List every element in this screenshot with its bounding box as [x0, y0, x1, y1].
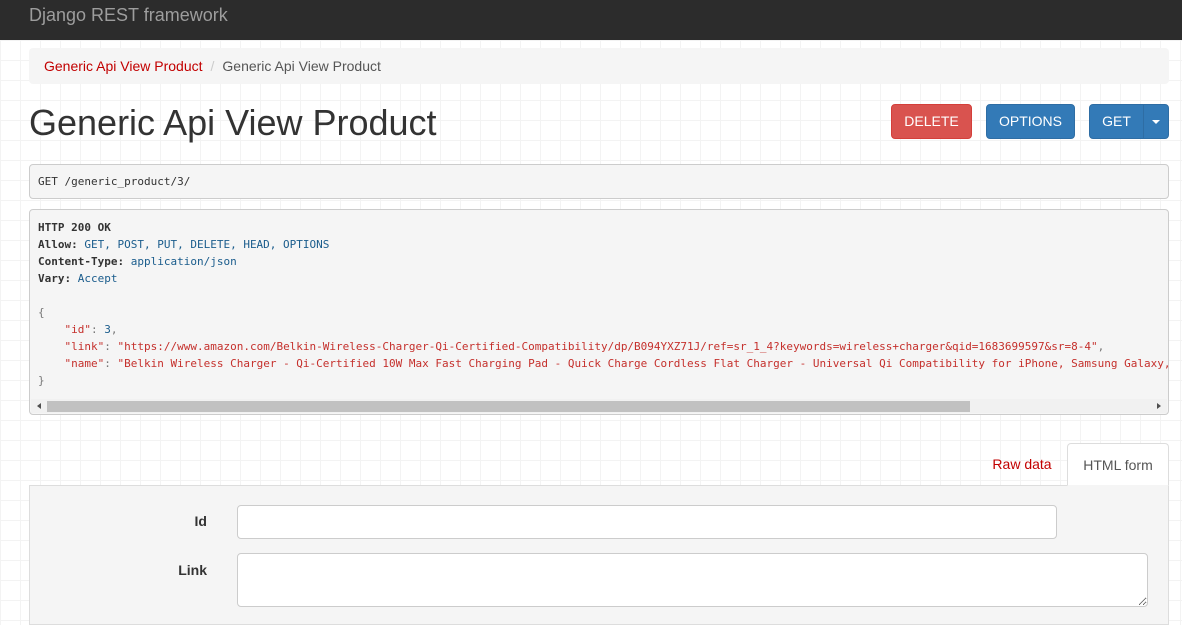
breadcrumb-active: Generic Api View Product [222, 58, 381, 74]
page-title: Generic Api View Product [29, 102, 437, 143]
scroll-right-arrow-icon[interactable] [1157, 403, 1161, 409]
tab-raw-data[interactable]: Raw data [978, 444, 1066, 485]
options-button[interactable]: OPTIONS [986, 104, 1075, 139]
link-label: Link [178, 562, 207, 578]
json-key: "name" [64, 357, 105, 370]
json-value: "Belkin Wireless Charger - Qi-Certified … [117, 357, 1169, 370]
json-key: "id" [64, 323, 92, 336]
link-textarea[interactable] [237, 553, 1148, 607]
response-status: HTTP 200 OK [38, 221, 111, 234]
caret-down-icon [1152, 120, 1160, 125]
response-panel[interactable]: HTTP 200 OK Allow: GET, POST, PUT, DELET… [29, 209, 1169, 415]
scrollbar-thumb[interactable] [47, 401, 970, 412]
horizontal-scrollbar[interactable] [31, 399, 1167, 413]
json-value: "https://www.amazon.com/Belkin-Wireless-… [117, 340, 1098, 353]
breadcrumb: Generic Api View Product / Generic Api Vie… [29, 48, 1169, 84]
tab-html-form[interactable]: HTML form [1067, 443, 1169, 486]
id-input[interactable] [237, 505, 1057, 539]
navbar: Django REST framework [0, 0, 1182, 40]
get-button[interactable]: GET [1089, 104, 1144, 139]
get-format-dropdown-button[interactable] [1143, 104, 1169, 139]
id-label: Id [194, 513, 207, 529]
json-close-brace: } [38, 374, 45, 387]
json-open-brace: { [38, 306, 45, 319]
brand-link[interactable]: Django REST framework [29, 5, 228, 25]
header-value: GET, POST, PUT, DELETE, HEAD, OPTIONS [84, 238, 330, 251]
json-comma: , [110, 323, 118, 336]
request-path: /generic_product/3/ [64, 175, 191, 188]
header-value: Accept [77, 272, 118, 285]
request-method: GET [38, 175, 58, 188]
header-name: Allow [38, 238, 72, 251]
scroll-left-arrow-icon[interactable] [37, 403, 41, 409]
breadcrumb-separator: / [210, 58, 215, 74]
header-name: Vary [38, 272, 65, 285]
json-value: 3 [104, 323, 111, 336]
json-comma: , [1097, 340, 1105, 353]
header-value: application/json [130, 255, 237, 268]
request-info: GET /generic_product/3/ [29, 164, 1169, 199]
delete-button[interactable]: DELETE [891, 104, 972, 139]
response-content: HTTP 200 OK Allow: GET, POST, PUT, DELET… [38, 221, 1169, 387]
header-name: Content-Type [38, 255, 118, 268]
breadcrumb-link[interactable]: Generic Api View Product [44, 58, 203, 74]
json-key: "link" [64, 340, 105, 353]
